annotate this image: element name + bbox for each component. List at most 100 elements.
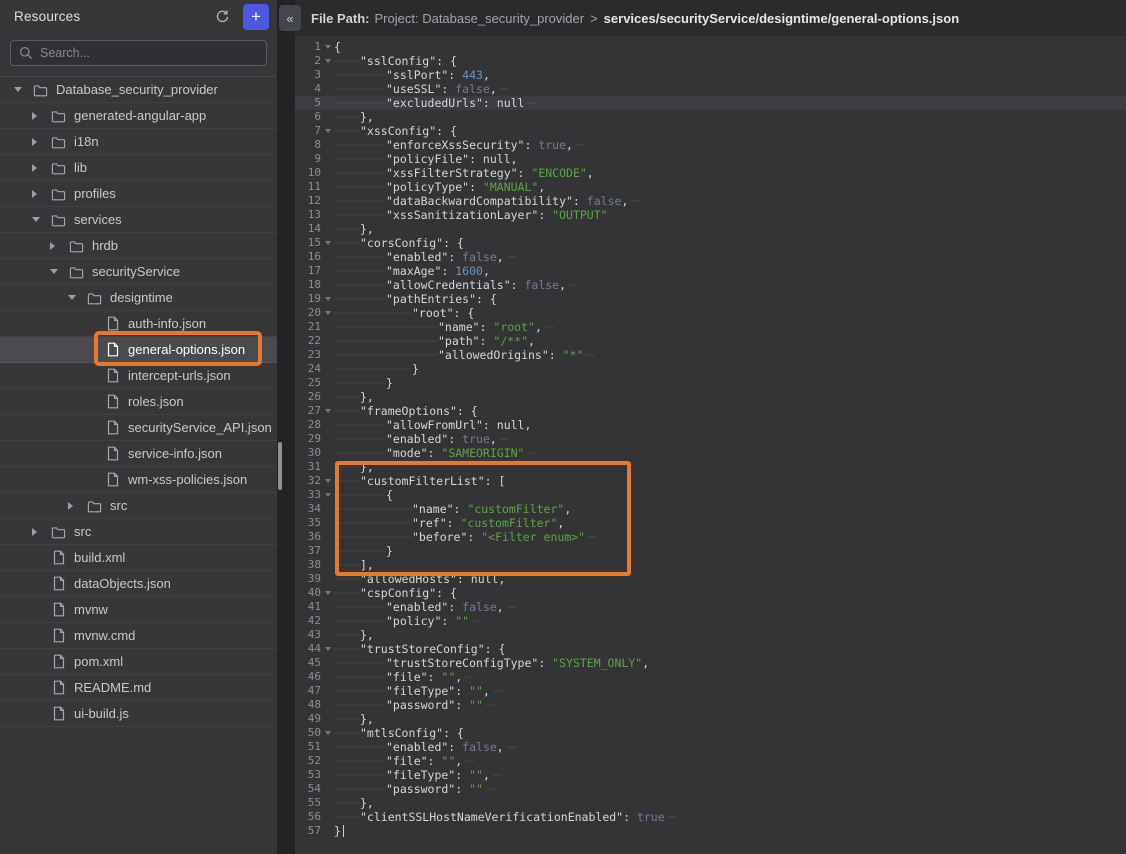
code-line-57[interactable]: 57} (295, 824, 1126, 838)
code-line-15[interactable]: 15"corsConfig": { (295, 236, 1126, 250)
tree-item-roles.json[interactable]: roles.json (0, 389, 277, 415)
tree-item-profiles[interactable]: profiles (0, 181, 277, 207)
code-line-43[interactable]: 43}, (295, 628, 1126, 642)
code-line-50[interactable]: 50"mtlsConfig": { (295, 726, 1126, 740)
code-line-23[interactable]: 23"allowedOrigins": "*" (295, 348, 1126, 362)
code-line-7[interactable]: 7"xssConfig": { (295, 124, 1126, 138)
code-line-4[interactable]: 4"useSSL": false, (295, 82, 1126, 96)
tree-item-pom.xml[interactable]: pom.xml (0, 649, 277, 675)
code-line-53[interactable]: 53"fileType": "", (295, 768, 1126, 782)
code-line-26[interactable]: 26}, (295, 390, 1126, 404)
fold-arrow-icon[interactable] (321, 647, 334, 651)
tree-item-README.md[interactable]: README.md (0, 675, 277, 701)
tree-item-lib[interactable]: lib (0, 155, 277, 181)
code-line-35[interactable]: 35"ref": "customFilter", (295, 516, 1126, 530)
code-line-9[interactable]: 9"policyFile": null, (295, 152, 1126, 166)
code-line-39[interactable]: 39"allowedHosts": null, (295, 572, 1126, 586)
fold-arrow-icon[interactable] (321, 409, 334, 413)
code-line-10[interactable]: 10"xssFilterStrategy": "ENCODE", (295, 166, 1126, 180)
code-line-16[interactable]: 16"enabled": false, (295, 250, 1126, 264)
code-line-56[interactable]: 56"clientSSLHostNameVerificationEnabled"… (295, 810, 1126, 824)
code-line-22[interactable]: 22"path": "/**", (295, 334, 1126, 348)
caret-right-icon[interactable] (32, 111, 50, 121)
tree-item-src[interactable]: src (0, 519, 277, 545)
tree-item-services[interactable]: services (0, 207, 277, 233)
caret-right-icon[interactable] (68, 501, 86, 511)
caret-right-icon[interactable] (32, 163, 50, 173)
code-line-17[interactable]: 17"maxAge": 1600, (295, 264, 1126, 278)
code-line-5[interactable]: 5"excludedUrls": null (295, 96, 1126, 110)
tree-item-ui-build.js[interactable]: ui-build.js (0, 701, 277, 727)
code-line-55[interactable]: 55}, (295, 796, 1126, 810)
code-line-18[interactable]: 18"allowCredentials": false, (295, 278, 1126, 292)
caret-down-icon[interactable] (50, 267, 68, 277)
tree-item-Database_security_provider[interactable]: Database_security_provider (0, 77, 277, 103)
refresh-button[interactable] (209, 4, 235, 30)
caret-right-icon[interactable] (32, 189, 50, 199)
code-line-51[interactable]: 51"enabled": false, (295, 740, 1126, 754)
code-line-45[interactable]: 45"trustStoreConfigType": "SYSTEM_ONLY", (295, 656, 1126, 670)
search-box[interactable] (10, 40, 267, 66)
fold-arrow-icon[interactable] (321, 479, 334, 483)
code-line-47[interactable]: 47"fileType": "", (295, 684, 1126, 698)
code-line-42[interactable]: 42"policy": "" (295, 614, 1126, 628)
code-line-34[interactable]: 34"name": "customFilter", (295, 502, 1126, 516)
code-line-52[interactable]: 52"file": "", (295, 754, 1126, 768)
tree-item-i18n[interactable]: i18n (0, 129, 277, 155)
code-line-21[interactable]: 21"name": "root", (295, 320, 1126, 334)
code-line-12[interactable]: 12"dataBackwardCompatibility": false, (295, 194, 1126, 208)
code-line-41[interactable]: 41"enabled": false, (295, 600, 1126, 614)
tree-item-securityService[interactable]: securityService (0, 259, 277, 285)
tree-item-dataObjects.json[interactable]: dataObjects.json (0, 571, 277, 597)
code-line-44[interactable]: 44"trustStoreConfig": { (295, 642, 1126, 656)
code-line-1[interactable]: 1{ (295, 40, 1126, 54)
code-line-2[interactable]: 2"sslConfig": { (295, 54, 1126, 68)
code-line-13[interactable]: 13"xssSanitizationLayer": "OUTPUT" (295, 208, 1126, 222)
fold-arrow-icon[interactable] (321, 297, 334, 301)
code-line-36[interactable]: 36"before": "<Filter enum>" (295, 530, 1126, 544)
tree-item-generated-angular-app[interactable]: generated-angular-app (0, 103, 277, 129)
caret-right-icon[interactable] (50, 241, 68, 251)
code-line-14[interactable]: 14}, (295, 222, 1126, 236)
code-line-30[interactable]: 30"mode": "SAMEORIGIN" (295, 446, 1126, 460)
code-line-20[interactable]: 20"root": { (295, 306, 1126, 320)
caret-down-icon[interactable] (14, 85, 32, 95)
caret-down-icon[interactable] (32, 215, 50, 225)
tree-item-securityService_API.json[interactable]: securityService_API.json (0, 415, 277, 441)
code-line-28[interactable]: 28"allowFromUrl": null, (295, 418, 1126, 432)
fold-arrow-icon[interactable] (321, 311, 334, 315)
code-line-11[interactable]: 11"policyType": "MANUAL", (295, 180, 1126, 194)
code-line-31[interactable]: 31}, (295, 460, 1126, 474)
add-resource-button[interactable]: + (243, 4, 269, 30)
code-line-32[interactable]: 32"customFilterList": [ (295, 474, 1126, 488)
code-line-27[interactable]: 27"frameOptions": { (295, 404, 1126, 418)
tree-item-mvnw[interactable]: mvnw (0, 597, 277, 623)
fold-arrow-icon[interactable] (321, 731, 334, 735)
caret-down-icon[interactable] (68, 293, 86, 303)
search-input[interactable] (40, 46, 258, 60)
code-line-40[interactable]: 40"cspConfig": { (295, 586, 1126, 600)
code-line-29[interactable]: 29"enabled": true, (295, 432, 1126, 446)
code-line-6[interactable]: 6}, (295, 110, 1126, 124)
code-line-19[interactable]: 19"pathEntries": { (295, 292, 1126, 306)
code-line-24[interactable]: 24} (295, 362, 1126, 376)
code-line-33[interactable]: 33{ (295, 488, 1126, 502)
tree-item-src[interactable]: src (0, 493, 277, 519)
code-line-54[interactable]: 54"password": "" (295, 782, 1126, 796)
code-line-8[interactable]: 8"enforceXssSecurity": true, (295, 138, 1126, 152)
collapse-sidebar-button[interactable]: « (279, 5, 301, 31)
caret-right-icon[interactable] (32, 137, 50, 147)
fold-arrow-icon[interactable] (321, 241, 334, 245)
code-line-46[interactable]: 46"file": "", (295, 670, 1126, 684)
tree-item-build.xml[interactable]: build.xml (0, 545, 277, 571)
tree-item-designtime[interactable]: designtime (0, 285, 277, 311)
tree-item-auth-info.json[interactable]: auth-info.json (0, 311, 277, 337)
code-line-37[interactable]: 37} (295, 544, 1126, 558)
tree-item-mvnw.cmd[interactable]: mvnw.cmd (0, 623, 277, 649)
fold-arrow-icon[interactable] (321, 591, 334, 595)
sidebar-scrollbar-thumb[interactable] (278, 442, 282, 490)
code-line-3[interactable]: 3"sslPort": 443, (295, 68, 1126, 82)
tree-item-hrdb[interactable]: hrdb (0, 233, 277, 259)
fold-arrow-icon[interactable] (321, 45, 334, 49)
tree-item-intercept-urls.json[interactable]: intercept-urls.json (0, 363, 277, 389)
